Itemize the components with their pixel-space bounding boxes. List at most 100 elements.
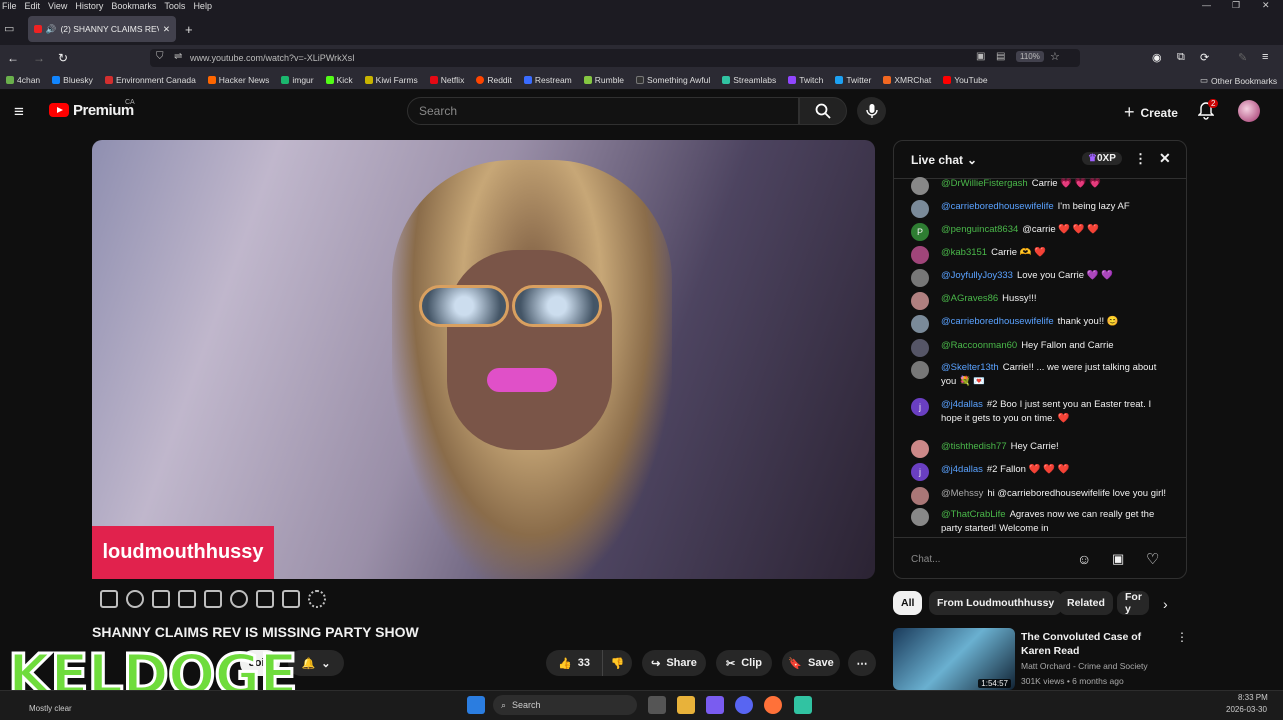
youtube-logo-icon[interactable] xyxy=(49,103,69,117)
notifications-button[interactable]: 2 xyxy=(1197,99,1219,125)
bookmark-restream[interactable]: Restream xyxy=(523,75,572,85)
avatar[interactable] xyxy=(1238,100,1260,122)
other-bookmarks[interactable]: ▭ Other Bookmarks xyxy=(1200,75,1277,86)
like-button[interactable]: 👍 33 xyxy=(546,650,602,676)
taskbar-search[interactable]: ⌕ Search xyxy=(493,695,637,715)
save-button[interactable]: 🔖 Save xyxy=(782,650,840,676)
video-player[interactable] xyxy=(92,140,875,579)
settings-gear-icon[interactable] xyxy=(308,590,326,608)
bookmark-rumble[interactable]: Rumble xyxy=(583,75,624,85)
search-input[interactable]: Search xyxy=(407,97,799,125)
addon-icon[interactable]: ✎ xyxy=(1238,51,1247,64)
share-button[interactable]: ↪ Share xyxy=(642,650,706,676)
voice-search-button[interactable] xyxy=(857,97,886,125)
chevron-right-icon[interactable]: › xyxy=(1163,596,1168,612)
related-channel[interactable]: Matt Orchard - Crime and Society xyxy=(1021,661,1148,671)
extension-icon[interactable]: ◉ xyxy=(1152,51,1162,64)
bookmark-netflix[interactable]: Netflix xyxy=(429,75,464,85)
emoji-icon[interactable]: ☺ xyxy=(1077,551,1091,567)
bookmark-something-awful[interactable]: Something Awful xyxy=(636,75,710,85)
streamlabs-app-icon[interactable] xyxy=(794,696,812,714)
app-menu-icon[interactable]: ≡ xyxy=(1262,51,1268,63)
bookmark-xmrchat[interactable]: XMRChat xyxy=(883,75,931,85)
discord-icon[interactable] xyxy=(735,696,753,714)
bookmark-twitch[interactable]: Twitch xyxy=(788,75,823,85)
more-actions-button[interactable]: ⋯ xyxy=(848,650,876,676)
weather-text[interactable]: Mostly clear xyxy=(29,704,72,713)
playlist-icon[interactable] xyxy=(152,590,170,608)
bookmark-youtube[interactable]: YouTube xyxy=(943,75,988,85)
bookmark-hacker-news[interactable]: Hacker News xyxy=(207,75,269,85)
pip-icon[interactable]: ▤ xyxy=(996,51,1005,62)
windows-start-icon[interactable] xyxy=(467,696,485,714)
bookmark-star-icon[interactable]: ☆ xyxy=(1050,50,1060,63)
tab-active[interactable]: 🔊 (2) SHANNY CLAIMS REV IS M… ✕ xyxy=(28,16,176,42)
extensions-puzzle-icon[interactable]: ⧉ xyxy=(1177,51,1185,64)
chip-from-channel[interactable]: From Loudmouthhussy xyxy=(929,591,1063,615)
clock-time[interactable]: 8:33 PM xyxy=(1238,693,1268,702)
menu-help[interactable]: Help xyxy=(193,1,212,11)
related-thumbnail[interactable]: 1:54:57 xyxy=(893,628,1015,690)
zoom-badge[interactable]: 110% xyxy=(1016,51,1044,62)
url-bar[interactable]: ⛉ ⇌ www.youtube.com/watch?v=-XLiPWrkXsI … xyxy=(150,49,1080,67)
chat-input[interactable]: Chat... xyxy=(911,548,1071,570)
bookmark-reddit[interactable]: Reddit xyxy=(476,75,512,85)
bookmark-bluesky[interactable]: Bluesky xyxy=(52,75,93,85)
bookmark-twitter[interactable]: Twitter xyxy=(835,75,871,85)
add-icon[interactable] xyxy=(256,590,274,608)
clip-button[interactable]: ✂ Clip xyxy=(716,650,772,676)
live-icon[interactable] xyxy=(126,590,144,608)
forward-icon[interactable]: → xyxy=(33,51,45,65)
more-vert-icon[interactable]: ⋮ xyxy=(1176,630,1188,644)
close-chat-icon[interactable]: ✕ xyxy=(1159,150,1171,167)
theater-icon[interactable] xyxy=(204,590,222,608)
clapper-icon[interactable] xyxy=(178,590,196,608)
copilot-icon[interactable] xyxy=(706,696,724,714)
hamburger-menu-icon[interactable]: ≡ xyxy=(14,102,24,122)
clock-date[interactable]: 2026-03-30 xyxy=(1226,705,1267,714)
chip-for-you[interactable]: For y xyxy=(1117,591,1149,615)
screenshot-icon[interactable] xyxy=(282,590,300,608)
firefox-icon[interactable] xyxy=(764,696,782,714)
reload-icon[interactable]: ↻ xyxy=(58,51,68,65)
account-icon[interactable]: ⟳ xyxy=(1200,51,1209,64)
menu-history[interactable]: History xyxy=(75,1,103,11)
bookmark-environment-canada[interactable]: Environment Canada xyxy=(104,75,196,85)
site-info-icon[interactable]: ⇌ xyxy=(174,51,182,62)
bookmark-4chan[interactable]: 4chan xyxy=(6,75,40,85)
menu-edit[interactable]: Edit xyxy=(25,1,41,11)
speaker-icon[interactable]: 🔊 xyxy=(46,24,57,35)
more-vert-icon[interactable]: ⋮ xyxy=(1134,151,1147,167)
search-button[interactable] xyxy=(799,97,847,125)
chip-related[interactable]: Related xyxy=(1059,591,1113,615)
menu-view[interactable]: View xyxy=(48,1,67,11)
related-title[interactable]: The Convoluted Case of Karen Read xyxy=(1021,630,1171,658)
tab-list-icon[interactable]: ▭ xyxy=(4,22,14,35)
back-icon[interactable]: ← xyxy=(7,51,19,65)
create-button[interactable]: + Create xyxy=(1124,102,1178,123)
task-view-icon[interactable] xyxy=(648,696,666,714)
minimize-icon[interactable]: — xyxy=(1202,0,1211,10)
close-window-icon[interactable]: ✕ xyxy=(1262,0,1270,11)
reader-icon[interactable]: ▣ xyxy=(976,51,985,62)
bookmark-streamlabs[interactable]: Streamlabs xyxy=(722,75,776,85)
shield-icon[interactable]: ⛉ xyxy=(156,51,164,62)
restore-icon[interactable]: ❐ xyxy=(1232,0,1240,11)
xp-badge[interactable]: ♛0XP xyxy=(1082,152,1122,165)
bookmark-imgur[interactable]: imgur xyxy=(281,75,314,85)
dislike-button[interactable]: 👎 xyxy=(602,650,632,676)
live-chat-title[interactable]: Live chat xyxy=(911,153,963,167)
menu-tools[interactable]: Tools xyxy=(164,1,185,11)
super-chat-icon[interactable]: ▣ xyxy=(1112,551,1124,567)
chevron-down-icon[interactable]: ⌄ xyxy=(967,153,977,167)
bookmark-kick[interactable]: Kick xyxy=(325,75,353,85)
file-explorer-icon[interactable] xyxy=(677,696,695,714)
chip-all[interactable]: All xyxy=(893,591,923,615)
menu-bookmarks[interactable]: Bookmarks xyxy=(111,1,156,11)
tab-close-icon[interactable]: ✕ xyxy=(163,24,170,35)
new-tab-icon[interactable]: + xyxy=(185,22,193,37)
bookmark-kiwi-farms[interactable]: Kiwi Farms xyxy=(364,75,418,85)
menu-file[interactable]: File xyxy=(2,1,17,11)
heart-icon[interactable]: ♡ xyxy=(1146,550,1159,568)
loop-icon[interactable] xyxy=(100,590,118,608)
